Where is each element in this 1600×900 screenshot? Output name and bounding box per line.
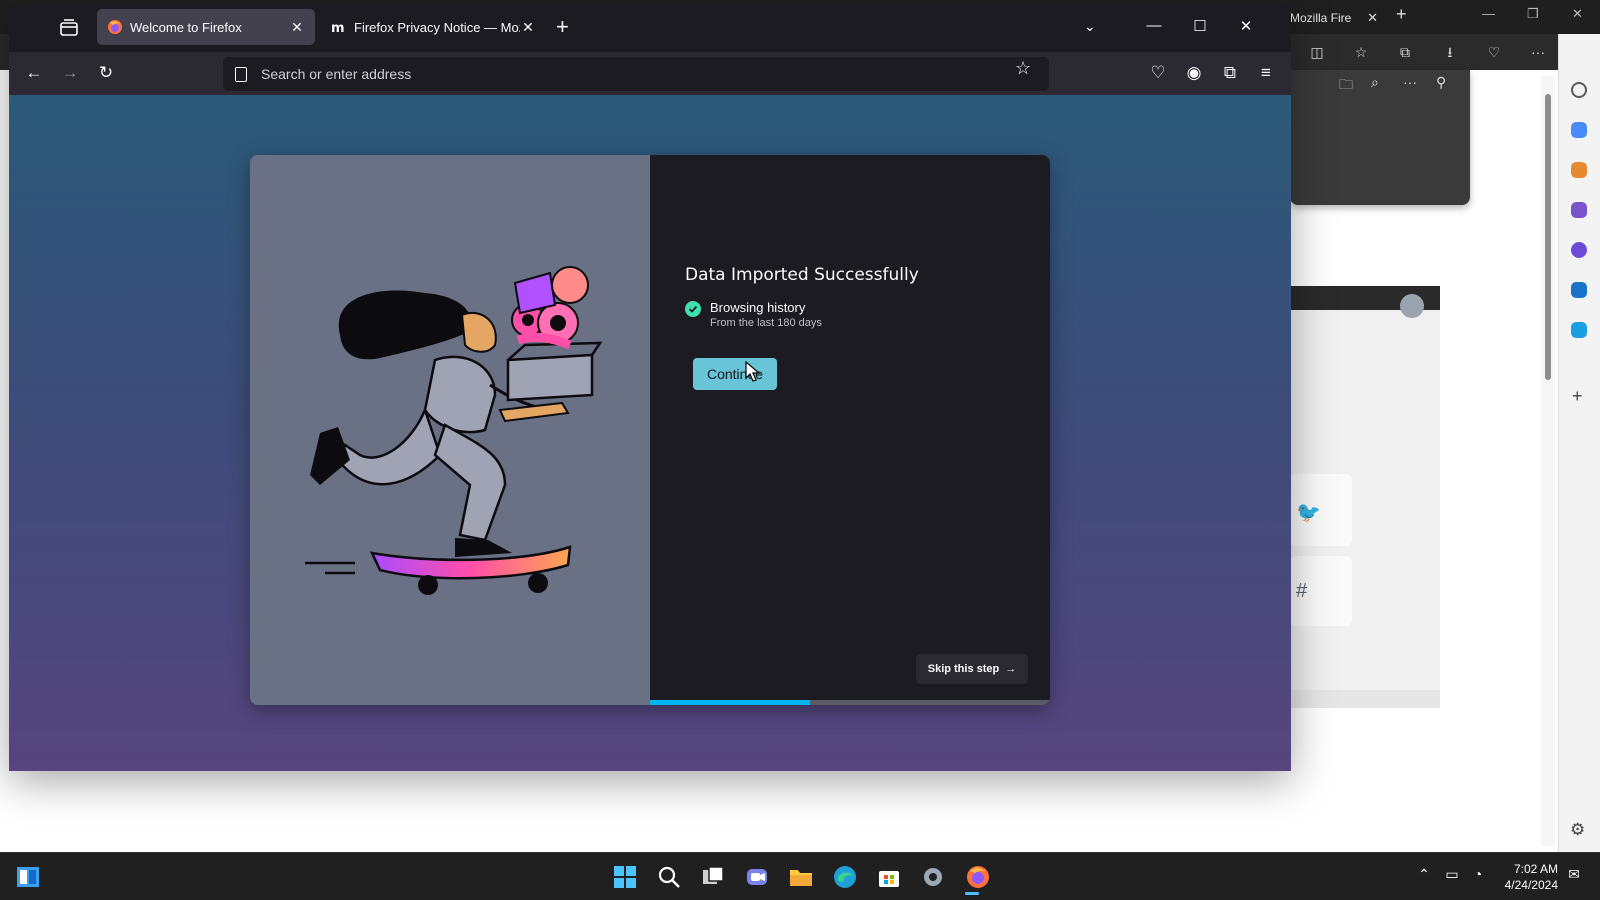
edge-icon[interactable] xyxy=(832,864,858,890)
close-icon[interactable]: ✕ xyxy=(1367,5,1378,31)
new-tab-icon[interactable]: + xyxy=(556,16,569,38)
file-explorer-icon[interactable] xyxy=(788,864,814,890)
tab-welcome[interactable]: Welcome to Firefox ✕ xyxy=(97,9,315,45)
progress-bar xyxy=(650,700,1050,705)
settings-icon[interactable] xyxy=(920,864,946,890)
tools-icon[interactable] xyxy=(1571,162,1587,178)
teams-icon[interactable] xyxy=(744,864,770,890)
store-icon[interactable] xyxy=(876,864,902,890)
account-icon[interactable]: ◉ xyxy=(1182,61,1206,85)
widgets-icon[interactable] xyxy=(16,866,40,888)
more-icon[interactable]: ··· xyxy=(1528,42,1548,62)
add-icon[interactable]: + xyxy=(1572,386,1583,407)
twitter-tile[interactable]: 🐦 xyxy=(1290,474,1352,546)
page-title: Data Imported Successfully xyxy=(685,265,919,285)
firefox-icon xyxy=(108,20,122,34)
scrollbar[interactable] xyxy=(1541,76,1555,846)
page-icon xyxy=(235,66,247,82)
display-icon[interactable]: ▭ xyxy=(1442,866,1462,883)
outlook-icon[interactable] xyxy=(1571,282,1587,298)
firefox-window: Welcome to Firefox ✕ m Firefox Privacy N… xyxy=(9,5,1291,771)
close-icon[interactable]: ✕ xyxy=(1572,6,1583,22)
menu-icon[interactable]: ≡ xyxy=(1254,61,1278,85)
progress-fill xyxy=(650,700,810,705)
games-icon[interactable] xyxy=(1571,202,1587,218)
restore-icon[interactable]: ❐ xyxy=(1527,6,1539,22)
copilot-side-icon[interactable] xyxy=(1571,242,1587,258)
item-subtitle: From the last 180 days xyxy=(710,317,822,329)
clock-time: 7:02 AM xyxy=(1513,862,1558,876)
search-icon[interactable] xyxy=(656,864,682,890)
mozilla-icon: m xyxy=(331,21,345,35)
pocket-icon[interactable]: ♡ xyxy=(1146,61,1170,85)
edge-sidebar xyxy=(1558,34,1600,852)
scrollbar-thumb[interactable] xyxy=(1545,94,1551,380)
slack-icon: # xyxy=(1296,580,1308,602)
url-input[interactable]: Search or enter address xyxy=(261,66,411,82)
import-item-browsing-history: Browsing history From the last 180 days xyxy=(685,300,822,329)
new-tab-icon[interactable]: + xyxy=(1396,4,1407,25)
task-view-icon[interactable] xyxy=(700,864,726,890)
mouse-cursor-icon xyxy=(745,361,761,382)
onboarding-card: Data Imported Successfully Browsing hist… xyxy=(250,155,1050,705)
checkmark-icon xyxy=(685,301,701,317)
pin-icon[interactable]: ⚲ xyxy=(1436,74,1446,91)
edge-tab[interactable]: Mozilla Fire ✕ xyxy=(1290,5,1378,31)
tab-bar: Welcome to Firefox ✕ m Firefox Privacy N… xyxy=(9,5,1291,52)
minimize-icon[interactable]: — xyxy=(1482,6,1495,21)
search-icon[interactable] xyxy=(1571,82,1587,98)
notifications-icon[interactable]: ✉ xyxy=(1564,866,1584,883)
skip-button[interactable]: Skip this step → xyxy=(916,654,1028,684)
tab-privacy-notice[interactable]: m Firefox Privacy Notice — Mozilla ✕ xyxy=(321,9,546,45)
tab-title: Welcome to Firefox xyxy=(130,19,242,35)
downloads-icon[interactable]: ⭳ xyxy=(1440,42,1460,62)
svg-text:m: m xyxy=(331,21,345,35)
continue-button[interactable]: Continue xyxy=(693,358,777,390)
edge-tab-title: Mozilla Fire xyxy=(1290,11,1352,25)
settings-icon[interactable]: ⚙ xyxy=(1570,820,1585,840)
network-icon[interactable]: ◔ xyxy=(1468,866,1488,882)
item-title: Browsing history xyxy=(710,300,806,315)
reload-icon[interactable]: ↻ xyxy=(94,61,118,85)
tab-title: Firefox Privacy Notice — Mozilla xyxy=(354,19,520,35)
close-icon[interactable]: ✕ xyxy=(289,19,305,36)
back-icon[interactable]: ← xyxy=(22,61,46,85)
close-icon[interactable]: ✕ xyxy=(520,19,536,36)
folder-icon[interactable]: 🗀 xyxy=(1339,74,1353,98)
search-icon[interactable]: ⌕ xyxy=(1371,74,1379,91)
firefox-view-icon[interactable] xyxy=(59,19,79,37)
arrow-right-icon: → xyxy=(1005,663,1017,675)
shopping-icon[interactable] xyxy=(1571,122,1587,138)
url-bar[interactable]: Search or enter address xyxy=(223,57,1049,91)
content-panel: Data Imported Successfully Browsing hist… xyxy=(650,155,1050,705)
chevron-up-icon[interactable]: ⌃ xyxy=(1414,866,1434,883)
firefox-icon[interactable] xyxy=(965,864,991,890)
twitter-icon: 🐦 xyxy=(1296,502,1321,524)
maximize-icon[interactable]: ☐ xyxy=(1190,17,1210,35)
more-icon[interactable]: ··· xyxy=(1403,74,1417,90)
send-icon[interactable] xyxy=(1571,322,1587,338)
active-app-indicator xyxy=(965,892,979,895)
close-icon[interactable]: ✕ xyxy=(1236,17,1256,35)
collections-icon[interactable]: ⧉ xyxy=(1395,42,1415,62)
slack-tile[interactable]: # xyxy=(1290,556,1352,626)
bookmark-star-icon[interactable]: ☆ xyxy=(1015,58,1031,79)
page-content: Data Imported Successfully Browsing hist… xyxy=(9,95,1291,771)
performance-icon[interactable]: ♡ xyxy=(1484,42,1504,62)
start-icon[interactable] xyxy=(612,864,638,890)
forward-icon[interactable]: → xyxy=(58,61,82,85)
extensions-icon[interactable]: ⧉ xyxy=(1218,61,1242,85)
favorites-icon[interactable]: ☆ xyxy=(1351,42,1371,62)
skateboarder-illustration xyxy=(305,266,603,595)
minimize-icon[interactable]: — xyxy=(1144,17,1164,34)
split-screen-icon[interactable]: ◫ xyxy=(1307,42,1327,62)
clock-date: 4/24/2024 xyxy=(1504,878,1558,892)
skip-label: Skip this step xyxy=(927,663,1000,675)
list-all-tabs-icon[interactable]: ⌄ xyxy=(1084,18,1096,35)
screenshot-icon[interactable] xyxy=(1400,294,1424,318)
system-clock[interactable]: 7:02 AM 4/24/2024 xyxy=(1494,861,1558,893)
illustration-panel xyxy=(250,155,650,705)
dialog-footer xyxy=(1290,690,1440,708)
